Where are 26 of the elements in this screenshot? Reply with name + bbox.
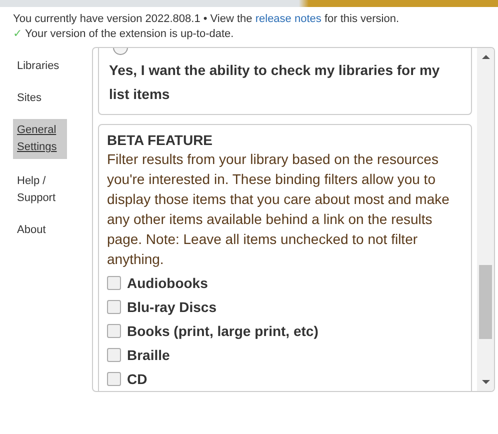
checkbox[interactable]: [107, 276, 121, 290]
sidebar-item[interactable]: General Settings: [13, 119, 67, 159]
status-text: Your version of the extension is up-to-date.: [25, 27, 234, 42]
scrollbar-thumb[interactable]: [479, 265, 492, 339]
option-label: Yes, I want the ability to check my libraries for my list items: [109, 61, 441, 104]
filter-label: Audiobooks: [127, 275, 208, 291]
release-notes-link[interactable]: release notes: [255, 13, 322, 25]
checkbox[interactable]: [107, 372, 121, 386]
checkbox[interactable]: [107, 324, 121, 338]
sidebar-item[interactable]: Help / Support: [13, 170, 67, 210]
filter-label: Books (print, large print, etc): [127, 323, 318, 339]
beta-title: BETA FEATURE: [107, 131, 214, 149]
sidebar-item[interactable]: Libraries: [13, 55, 67, 78]
beta-description: Filter results from your library based on the resources you're interested in. These binding filters allow you to display those items that you care about most and make any other items available behind a link on the results page. Note: Leave all items unchecked to not filter anything.: [107, 150, 450, 269]
sidebar-item[interactable]: Sites: [13, 87, 67, 110]
scroll-up-icon[interactable]: [482, 54, 490, 60]
check-icon: ✓: [13, 27, 22, 42]
scroll-down-icon[interactable]: [482, 379, 490, 385]
sidebar-item[interactable]: About: [13, 219, 67, 242]
filter-label: CD: [127, 371, 148, 387]
filter-label: Blu-ray Discs: [127, 299, 216, 315]
filter-label: Braille: [127, 347, 170, 363]
scrollbar[interactable]: [477, 48, 494, 391]
checkbox[interactable]: [107, 300, 121, 314]
version-text: You currently have version 2022.808.1 • View the release notes for this version.: [13, 12, 400, 27]
checkbox[interactable]: [107, 348, 121, 362]
